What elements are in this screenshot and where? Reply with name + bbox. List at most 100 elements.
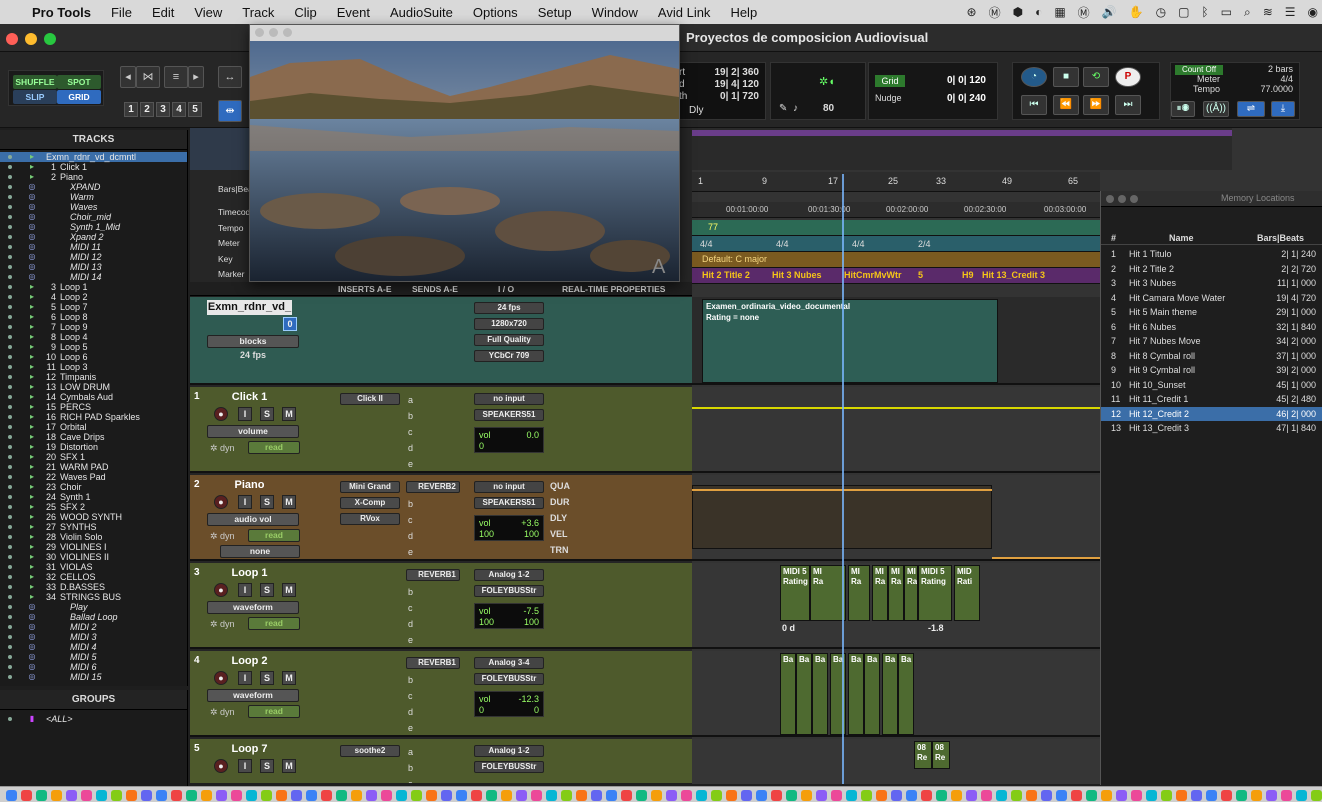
- play-loop-button[interactable]: ⟲: [1083, 67, 1109, 87]
- track-visibility-icon[interactable]: [8, 455, 12, 459]
- input-monitor-button[interactable]: I: [238, 671, 252, 685]
- track-list-item[interactable]: ◎ MIDI 3: [0, 632, 187, 642]
- meter-value[interactable]: 4/4: [1280, 74, 1293, 84]
- insert-slot[interactable]: X-Comp: [340, 497, 400, 509]
- video-quality-dropdown[interactable]: Full Quality: [474, 334, 544, 346]
- track-visibility-icon[interactable]: [8, 675, 12, 679]
- input-monitor-button[interactable]: I: [238, 583, 252, 597]
- output-dropdown[interactable]: FOLEYBUSStr: [474, 673, 544, 685]
- dock-app-icon[interactable]: [1191, 790, 1202, 801]
- dock-app-icon[interactable]: [1026, 790, 1037, 801]
- dock-app-icon[interactable]: [501, 790, 512, 801]
- insert-slot[interactable]: Mini Grand: [340, 481, 400, 493]
- dock-app-icon[interactable]: [1071, 790, 1082, 801]
- dock-app-icon[interactable]: [846, 790, 857, 801]
- loop1-clip[interactable]: MI Ra: [872, 565, 888, 621]
- dock-app-icon[interactable]: [531, 790, 542, 801]
- dock-app-icon[interactable]: [171, 790, 182, 801]
- strip-name[interactable]: Loop 2: [207, 654, 292, 669]
- video-fps-dropdown[interactable]: 24 fps: [474, 302, 544, 314]
- dock-app-icon[interactable]: [471, 790, 482, 801]
- dock-app-icon[interactable]: [21, 790, 32, 801]
- pan-left-value[interactable]: 0: [479, 441, 484, 451]
- minimize-window-button[interactable]: [25, 33, 37, 45]
- memory-location-row[interactable]: 2 Hit 2 Title 2 2| 2| 720: [1101, 262, 1322, 277]
- loop1-clip[interactable]: MI Ra: [904, 565, 918, 621]
- menu-window[interactable]: Window: [582, 5, 648, 20]
- pan-left-value[interactable]: 0: [479, 705, 484, 715]
- dock-app-icon[interactable]: [1056, 790, 1067, 801]
- loop2-clip[interactable]: Ba: [812, 653, 828, 735]
- dock-app-icon[interactable]: [36, 790, 47, 801]
- video-zoom-button[interactable]: [283, 28, 292, 37]
- input-monitor-button[interactable]: I: [238, 495, 252, 509]
- track-list-item[interactable]: 19 ▸ Distortion: [0, 442, 187, 452]
- loop1-clip[interactable]: MI Ra: [848, 565, 870, 621]
- track-visibility-icon[interactable]: [8, 655, 12, 659]
- memory-location-row[interactable]: 9 Hit 9 Cymbal roll 39| 2| 000: [1101, 363, 1322, 378]
- memloc-col-num[interactable]: #: [1111, 233, 1116, 243]
- track-visibility-icon[interactable]: [8, 415, 12, 419]
- tempo-value[interactable]: 77.0000: [1260, 84, 1293, 94]
- dock-app-icon[interactable]: [1236, 790, 1247, 801]
- volume-value[interactable]: 0.0: [526, 430, 539, 440]
- menu-event[interactable]: Event: [327, 5, 380, 20]
- dock-app-icon[interactable]: [1041, 790, 1052, 801]
- loop2-clip[interactable]: Ba: [882, 653, 898, 735]
- view-dropdown[interactable]: audio vol: [207, 513, 299, 526]
- track-visibility-icon[interactable]: [8, 475, 12, 479]
- dock-app-icon[interactable]: [441, 790, 452, 801]
- memory-location-row[interactable]: 6 Hit 6 Nubes 32| 1| 840: [1101, 320, 1322, 335]
- marker-label[interactable]: 5: [918, 270, 923, 280]
- clock-icon[interactable]: ◷: [1156, 5, 1166, 19]
- menu-edit[interactable]: Edit: [142, 5, 184, 20]
- battery-icon[interactable]: ▭: [1221, 5, 1232, 19]
- mute-button[interactable]: M: [282, 583, 296, 597]
- dock-app-icon[interactable]: [6, 790, 17, 801]
- memory-location-row[interactable]: 4 Hit Camara Move Water 19| 4| 720: [1101, 291, 1322, 306]
- track-list-item[interactable]: 28 ▸ Violin Solo: [0, 532, 187, 542]
- track-visibility-icon[interactable]: [8, 555, 12, 559]
- pan-left-value[interactable]: 100: [479, 617, 494, 627]
- track-visibility-icon[interactable]: [8, 245, 12, 249]
- dock-app-icon[interactable]: [1311, 790, 1322, 801]
- playhead-cursor[interactable]: [842, 174, 844, 784]
- memory-location-row[interactable]: 11 Hit 11_Credit 1 45| 2| 480: [1101, 392, 1322, 407]
- key-signature[interactable]: Default: C major: [702, 254, 767, 264]
- wave-icon[interactable]: ((Å)): [1203, 101, 1229, 117]
- track-list-item[interactable]: 15 ▸ PERCS: [0, 402, 187, 412]
- loop1-clip[interactable]: MIDI 5 Rating: [780, 565, 810, 621]
- rewind-button[interactable]: ⏪: [1053, 95, 1079, 115]
- circle-app-icon[interactable]: ◐: [1035, 5, 1042, 19]
- track-list-item[interactable]: 26 ▸ WOOD SYNTH: [0, 512, 187, 522]
- track-list-item[interactable]: 13 ▸ LOW DRUM: [0, 382, 187, 392]
- dock-app-icon[interactable]: [606, 790, 617, 801]
- record-arm-button[interactable]: ●: [214, 759, 228, 773]
- dock-app-icon[interactable]: [201, 790, 212, 801]
- track-list-item[interactable]: 17 ▸ Orbital: [0, 422, 187, 432]
- dock-app-icon[interactable]: [261, 790, 272, 801]
- track-list-item[interactable]: ◎ MIDI 4: [0, 642, 187, 652]
- marker-label[interactable]: H9: [962, 270, 974, 280]
- input-dropdown[interactable]: Analog 1-2: [474, 745, 544, 757]
- loop7-clip[interactable]: 08 Re: [914, 741, 932, 769]
- dock-app-icon[interactable]: [1161, 790, 1172, 801]
- input-dropdown[interactable]: no input: [474, 393, 544, 405]
- track-list-item[interactable]: 32 ▸ CELLOS: [0, 572, 187, 582]
- dock-app-icon[interactable]: [321, 790, 332, 801]
- dock-app-icon[interactable]: [936, 790, 947, 801]
- track-list-item[interactable]: 8 ▸ Loop 4: [0, 332, 187, 342]
- control-center-icon[interactable]: ☰: [1285, 5, 1296, 19]
- dock-app-icon[interactable]: [81, 790, 92, 801]
- track-visibility-icon[interactable]: [8, 605, 12, 609]
- track-list-item[interactable]: 14 ▸ Cymbals Aud: [0, 392, 187, 402]
- track-list-item[interactable]: ◎ Choir_mid: [0, 212, 187, 222]
- volume-pan-display[interactable]: vol -12.3 0 0: [474, 691, 544, 717]
- close-window-button[interactable]: [6, 33, 18, 45]
- extra-dropdown[interactable]: none: [220, 545, 300, 558]
- pan-right-value[interactable]: 0: [534, 705, 539, 715]
- pan-right-value[interactable]: 100: [524, 529, 539, 539]
- video-colorspace-dropdown[interactable]: YCbCr 709: [474, 350, 544, 362]
- track-visibility-icon[interactable]: [8, 645, 12, 649]
- loop-playback-icon[interactable]: ◔: [1021, 67, 1047, 87]
